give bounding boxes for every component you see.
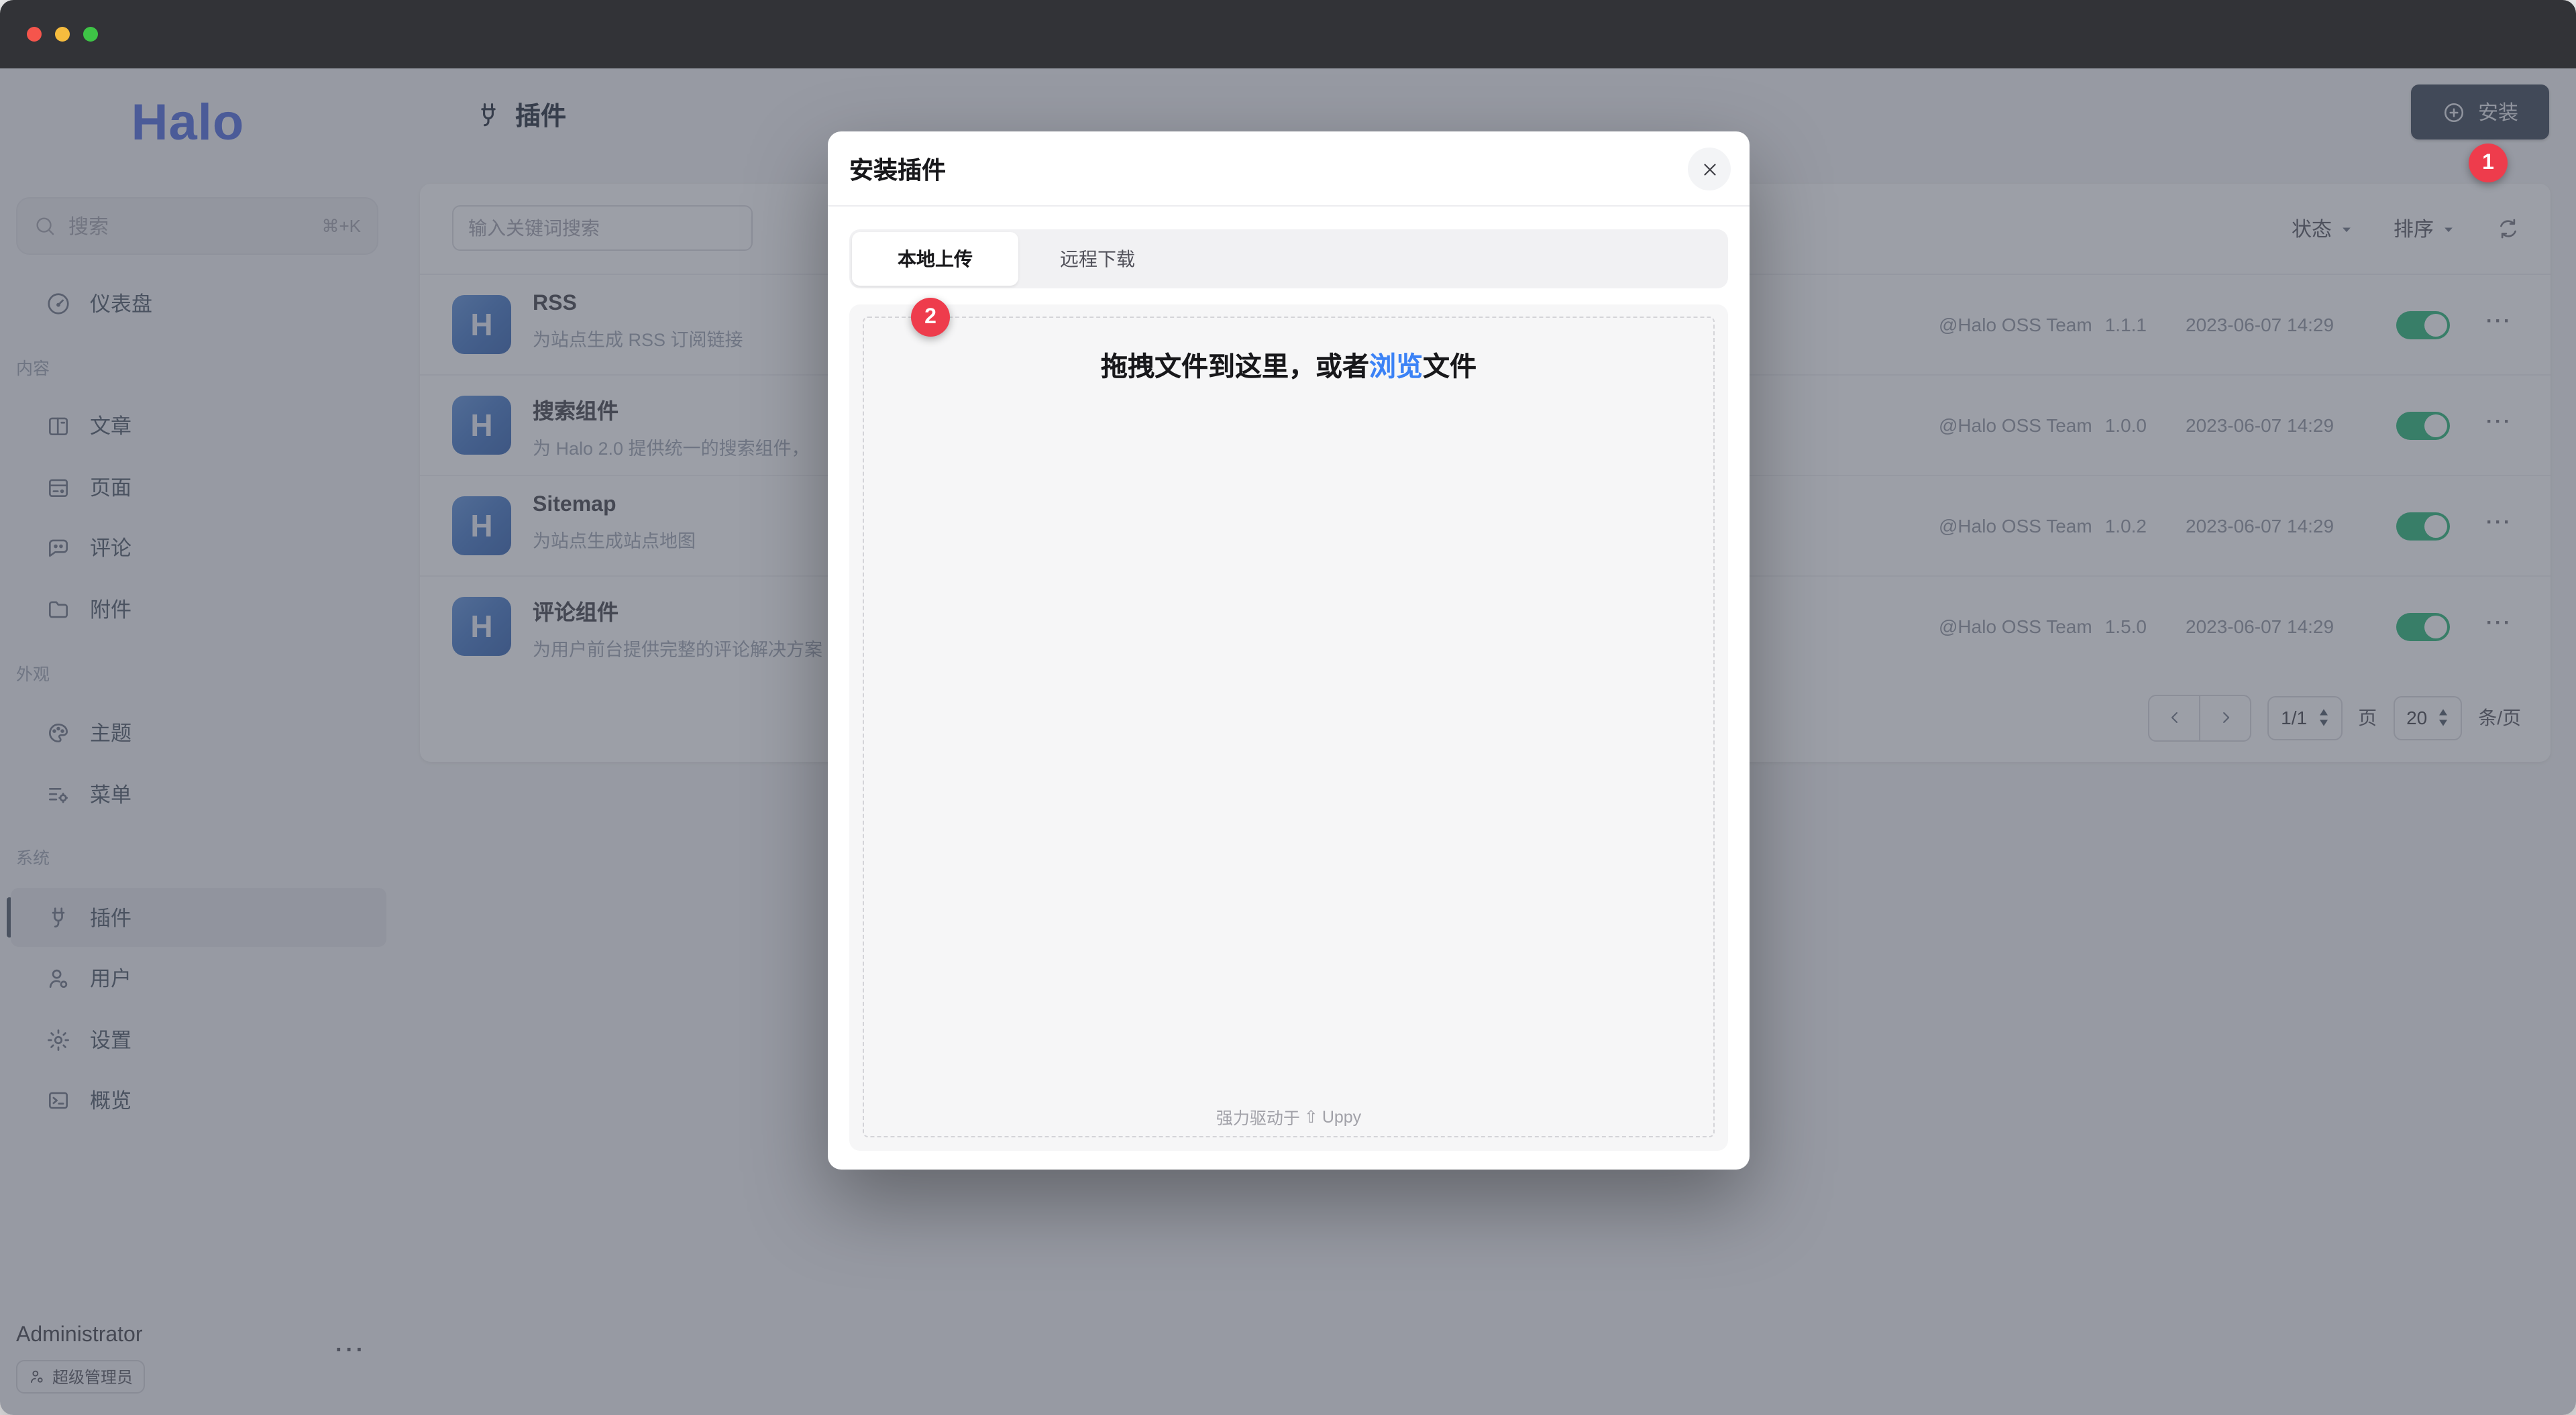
powered-by-label: 强力驱动于: [1216, 1104, 1300, 1129]
modal-header: 安装插件: [828, 131, 1750, 207]
install-plugin-modal: 安装插件 本地上传 远程下载 拖拽文件到这里，或者浏览文件 强力驱动于 ⇧Upp…: [828, 131, 1750, 1170]
modal-title: 安装插件: [849, 151, 946, 186]
powered-by-uppy: 强力驱动于 ⇧Uppy: [849, 1104, 1728, 1129]
drop-hint-text: 拖拽文件到这里，或者浏览文件: [849, 345, 1728, 384]
app-window: Halo 搜索 ⌘+K 仪表盘 内容 文章 页面: [0, 0, 2576, 1415]
minimize-window-button[interactable]: [55, 27, 70, 42]
annotation-step-2-badge: 2: [911, 298, 950, 337]
upload-tabs: 本地上传 远程下载: [849, 229, 1728, 288]
uppy-dashboard: 拖拽文件到这里，或者浏览文件 强力驱动于 ⇧Uppy: [849, 304, 1728, 1151]
annotation-step-1-badge: 1: [2469, 144, 2508, 182]
uppy-brand-label[interactable]: Uppy: [1322, 1107, 1361, 1126]
drop-hint-prefix: 拖拽文件到这里，或者: [1101, 353, 1369, 382]
tab-local-upload[interactable]: 本地上传: [852, 232, 1018, 286]
uppy-icon: ⇧: [1304, 1107, 1318, 1127]
drop-hint-suffix: 文件: [1423, 353, 1477, 382]
modal-close-button[interactable]: [1688, 148, 1731, 190]
browse-files-link[interactable]: 浏览: [1369, 353, 1423, 382]
close-icon: [1699, 159, 1719, 179]
zoom-window-button[interactable]: [83, 27, 98, 42]
modal-body: 本地上传 远程下载 拖拽文件到这里，或者浏览文件 强力驱动于 ⇧Uppy: [849, 229, 1728, 1151]
file-drop-zone[interactable]: [863, 317, 1715, 1137]
tab-remote-download[interactable]: 远程下载: [1060, 229, 1135, 288]
window-titlebar: [0, 0, 2576, 68]
close-window-button[interactable]: [27, 27, 42, 42]
